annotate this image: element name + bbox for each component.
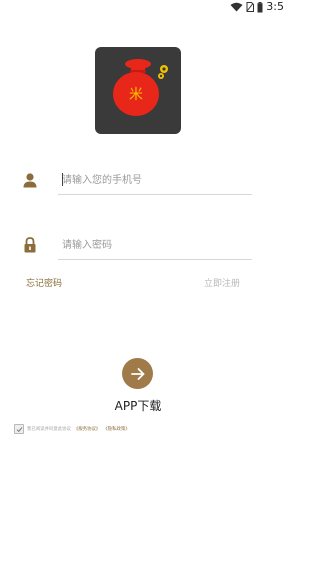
forgot-password-link[interactable]: 忘记密码 <box>26 276 62 289</box>
checkmark-icon <box>16 426 22 432</box>
money-bag-icon: 米 <box>113 59 168 116</box>
app-download-link[interactable]: APP下载 <box>100 397 176 414</box>
password-field[interactable] <box>58 233 256 260</box>
lock-icon <box>24 237 36 253</box>
password-input[interactable] <box>58 233 256 258</box>
register-link[interactable]: 立即注册 <box>204 276 240 289</box>
agreement-text: 我已阅读并同意此协议 <box>27 427 71 432</box>
user-agreement-link[interactable]: 《服务协议》 <box>74 426 100 432</box>
password-row <box>22 233 256 260</box>
login-button[interactable] <box>122 358 153 389</box>
arrow-right-icon <box>130 367 144 380</box>
phone-field[interactable] <box>58 168 256 195</box>
app-logo: 米 <box>95 47 181 134</box>
no-sim-icon <box>246 2 255 12</box>
logo-glyph: 米 <box>129 87 143 103</box>
agreement-row: 我已阅读并同意此协议 《服务协议》 《隐私政策》 <box>14 423 130 435</box>
status-bar: 3:5 <box>0 0 288 14</box>
phone-row <box>22 168 256 195</box>
status-time: 3:5 <box>266 0 284 13</box>
phone-input[interactable] <box>58 168 256 193</box>
user-icon <box>23 173 37 188</box>
wifi-icon <box>230 2 243 12</box>
agreement-checkbox[interactable] <box>14 424 24 434</box>
status-icons: 3:5 <box>230 0 284 14</box>
battery-icon <box>257 1 263 13</box>
privacy-policy-link[interactable]: 《隐私政策》 <box>103 426 129 432</box>
text-cursor <box>62 173 63 186</box>
